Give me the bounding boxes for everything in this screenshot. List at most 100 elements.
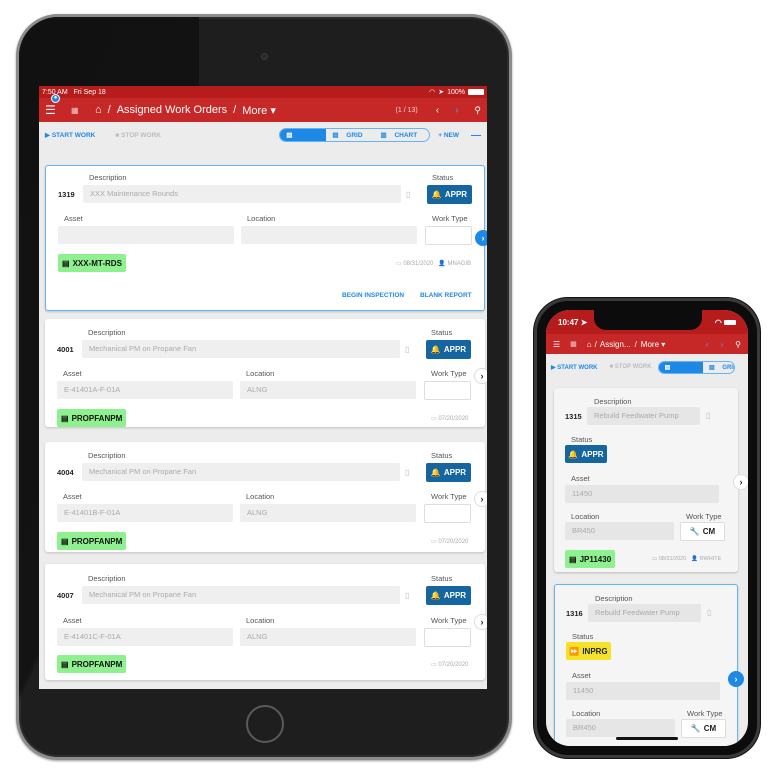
document-icon[interactable]: ▯ bbox=[707, 608, 711, 617]
search-icon[interactable]: ⚲ bbox=[735, 340, 741, 349]
new-button[interactable]: + NEW bbox=[438, 132, 459, 139]
location-field[interactable]: ALNG bbox=[240, 628, 416, 646]
menu-icon[interactable]: ☰ ● bbox=[45, 94, 65, 117]
chevron-right-icon[interactable]: › bbox=[474, 368, 487, 384]
wifi-icon: ◠ bbox=[714, 317, 722, 327]
asset-field[interactable] bbox=[58, 226, 234, 244]
document-icon[interactable]: ▯ bbox=[405, 468, 409, 477]
status-label: Status bbox=[432, 173, 454, 182]
work-order-card[interactable]: Description Status 1319 XXX Maintenance … bbox=[45, 165, 487, 311]
work-order-card[interactable]: Description 1316 Rebuild Feedwater Pump … bbox=[554, 584, 744, 746]
user-badge-icon[interactable]: ● bbox=[51, 94, 60, 103]
work-type-field[interactable] bbox=[425, 226, 472, 245]
description-field[interactable]: Rebuild Feedwater Pump bbox=[587, 407, 700, 425]
home-icon[interactable]: ⌂ bbox=[587, 340, 592, 349]
toolbar: ▶ START WORK ■ STOP WORK ▤ LIST ▤ GRID ▥… bbox=[39, 122, 487, 148]
chevron-right-icon[interactable]: › bbox=[728, 671, 744, 687]
document-icon[interactable]: ▯ bbox=[405, 591, 409, 600]
status-label: Status bbox=[571, 435, 593, 444]
view-list-button[interactable]: ▤ LIST bbox=[658, 361, 703, 373]
view-grid-button[interactable]: ▤ GRID bbox=[703, 362, 734, 373]
breadcrumb-title[interactable]: Assigned Work Orders bbox=[117, 104, 227, 116]
description-field[interactable]: XXX Maintenance Rounds bbox=[83, 185, 401, 203]
wifi-icon: ◠ bbox=[429, 89, 436, 96]
description-field[interactable]: Rebuild Feedwater Pump bbox=[588, 604, 701, 622]
chevron-right-icon[interactable]: › bbox=[720, 340, 723, 349]
menu-icon[interactable]: ☰ bbox=[553, 340, 560, 349]
work-order-card[interactable]: Description 1315 Rebuild Feedwater Pump … bbox=[554, 388, 748, 572]
job-plan-tag[interactable]: ▤ PROPFANPM bbox=[57, 532, 127, 550]
chevron-right-icon[interactable]: › bbox=[733, 474, 748, 490]
home-indicator[interactable] bbox=[616, 737, 678, 740]
more-dropdown[interactable]: More ▾ bbox=[242, 104, 276, 117]
location-label: Location bbox=[572, 709, 601, 718]
work-type-field[interactable]: 🔧 CM bbox=[681, 719, 726, 738]
job-plan-tag[interactable]: ▤ XXX-MT-RDS bbox=[58, 254, 126, 272]
stop-work-button[interactable]: ■ STOP WORK bbox=[115, 132, 161, 139]
location-field[interactable]: ALNG bbox=[240, 381, 416, 399]
list-icon[interactable]: ▦ bbox=[570, 340, 577, 348]
job-plan-tag[interactable]: ▤ PROPFANPM bbox=[57, 655, 127, 673]
collapse-button[interactable]: — bbox=[471, 130, 481, 141]
chevron-right-icon[interactable]: › bbox=[474, 614, 487, 630]
document-icon[interactable]: ▯ bbox=[706, 411, 710, 420]
asset-field[interactable]: E-41401B-F-01A bbox=[57, 504, 233, 522]
description-field[interactable]: Mechanical PM on Propane Fan bbox=[82, 586, 400, 604]
status-label: Status bbox=[431, 328, 453, 337]
search-icon[interactable]: ⚲ bbox=[474, 105, 481, 116]
bell-icon: 🔔 bbox=[430, 345, 441, 354]
bell-icon: 🔔 bbox=[568, 449, 579, 459]
tablet-device: 7:50 AM Fri Sep 18 ◠ ➤ 100% ☰ ● ▦ ⌂ / Ass… bbox=[16, 14, 512, 760]
start-work-button[interactable]: ▶ START WORK bbox=[45, 131, 95, 139]
location-label: Location bbox=[571, 512, 600, 521]
chevron-left-icon[interactable]: ‹ bbox=[706, 340, 709, 349]
asset-field[interactable]: E-41401A-F-01A bbox=[57, 381, 233, 399]
work-order-card[interactable]: Description Status 4004 Mechanical PM on… bbox=[45, 442, 487, 552]
description-field[interactable]: Mechanical PM on Propane Fan bbox=[82, 340, 400, 358]
bell-icon: 🔔 bbox=[430, 468, 441, 477]
location-field[interactable]: ALNG bbox=[240, 504, 416, 522]
work-type-field[interactable] bbox=[424, 504, 471, 523]
description-field[interactable]: Mechanical PM on Propane Fan bbox=[82, 463, 400, 481]
status-button[interactable]: 🔔 APPR bbox=[427, 185, 472, 204]
work-type-field[interactable]: 🔧 CM bbox=[680, 522, 725, 541]
work-order-card[interactable]: Description Status 4001 Mechanical PM on… bbox=[45, 319, 487, 427]
more-dropdown[interactable]: More ▾ bbox=[641, 340, 665, 349]
work-order-card[interactable]: Description Status 4007 Mechanical PM on… bbox=[45, 564, 487, 680]
document-icon[interactable]: ▯ bbox=[405, 345, 409, 354]
begin-inspection-link[interactable]: BEGIN INSPECTION bbox=[342, 292, 404, 299]
chevron-right-icon[interactable]: › bbox=[474, 491, 487, 507]
asset-label: Asset bbox=[572, 671, 591, 680]
status-button[interactable]: 🔔 APPR bbox=[565, 445, 607, 463]
status-button[interactable]: 🔔 APPR bbox=[426, 586, 471, 605]
home-button[interactable] bbox=[246, 705, 284, 743]
view-grid-button[interactable]: ▤ GRID bbox=[326, 129, 374, 141]
chevron-right-icon[interactable]: › bbox=[475, 230, 487, 246]
asset-field[interactable]: E-41401C-F-01A bbox=[57, 628, 233, 646]
start-work-button[interactable]: ▶ START WORK bbox=[551, 364, 598, 371]
stop-work-button[interactable]: ■ STOP WORK bbox=[610, 364, 652, 370]
view-chart-button[interactable]: ▥ CHART bbox=[375, 129, 430, 141]
chevron-left-icon[interactable]: ‹ bbox=[436, 105, 439, 116]
status-button[interactable]: 🔔 APPR bbox=[426, 463, 471, 482]
home-icon[interactable]: ⌂ bbox=[95, 104, 102, 116]
location-field[interactable]: BR450 bbox=[566, 719, 675, 737]
status-button[interactable]: ⏩ INPRG bbox=[566, 642, 611, 660]
location-icon: ➤ bbox=[580, 317, 588, 327]
description-label: Description bbox=[89, 173, 127, 182]
list-icon[interactable]: ▦ bbox=[71, 106, 89, 115]
job-plan-tag[interactable]: ▤ PROPFANPM bbox=[57, 409, 127, 427]
view-list-button[interactable]: ▤ LIST bbox=[280, 129, 327, 141]
chevron-right-icon[interactable]: › bbox=[455, 105, 458, 116]
location-field[interactable]: BR450 bbox=[565, 522, 674, 540]
status-button[interactable]: 🔔 APPR bbox=[426, 340, 471, 359]
blank-report-link[interactable]: BLANK REPORT bbox=[420, 292, 472, 299]
work-type-field[interactable] bbox=[424, 628, 471, 647]
document-icon[interactable]: ▯ bbox=[406, 190, 410, 199]
job-plan-tag[interactable]: ▤ JP11430 bbox=[565, 550, 616, 568]
asset-field[interactable]: 11450 bbox=[566, 682, 720, 700]
breadcrumb-title[interactable]: Assign... bbox=[600, 340, 631, 349]
work-type-field[interactable] bbox=[424, 381, 471, 400]
location-field[interactable] bbox=[241, 226, 417, 244]
asset-field[interactable]: 11450 bbox=[565, 485, 719, 503]
